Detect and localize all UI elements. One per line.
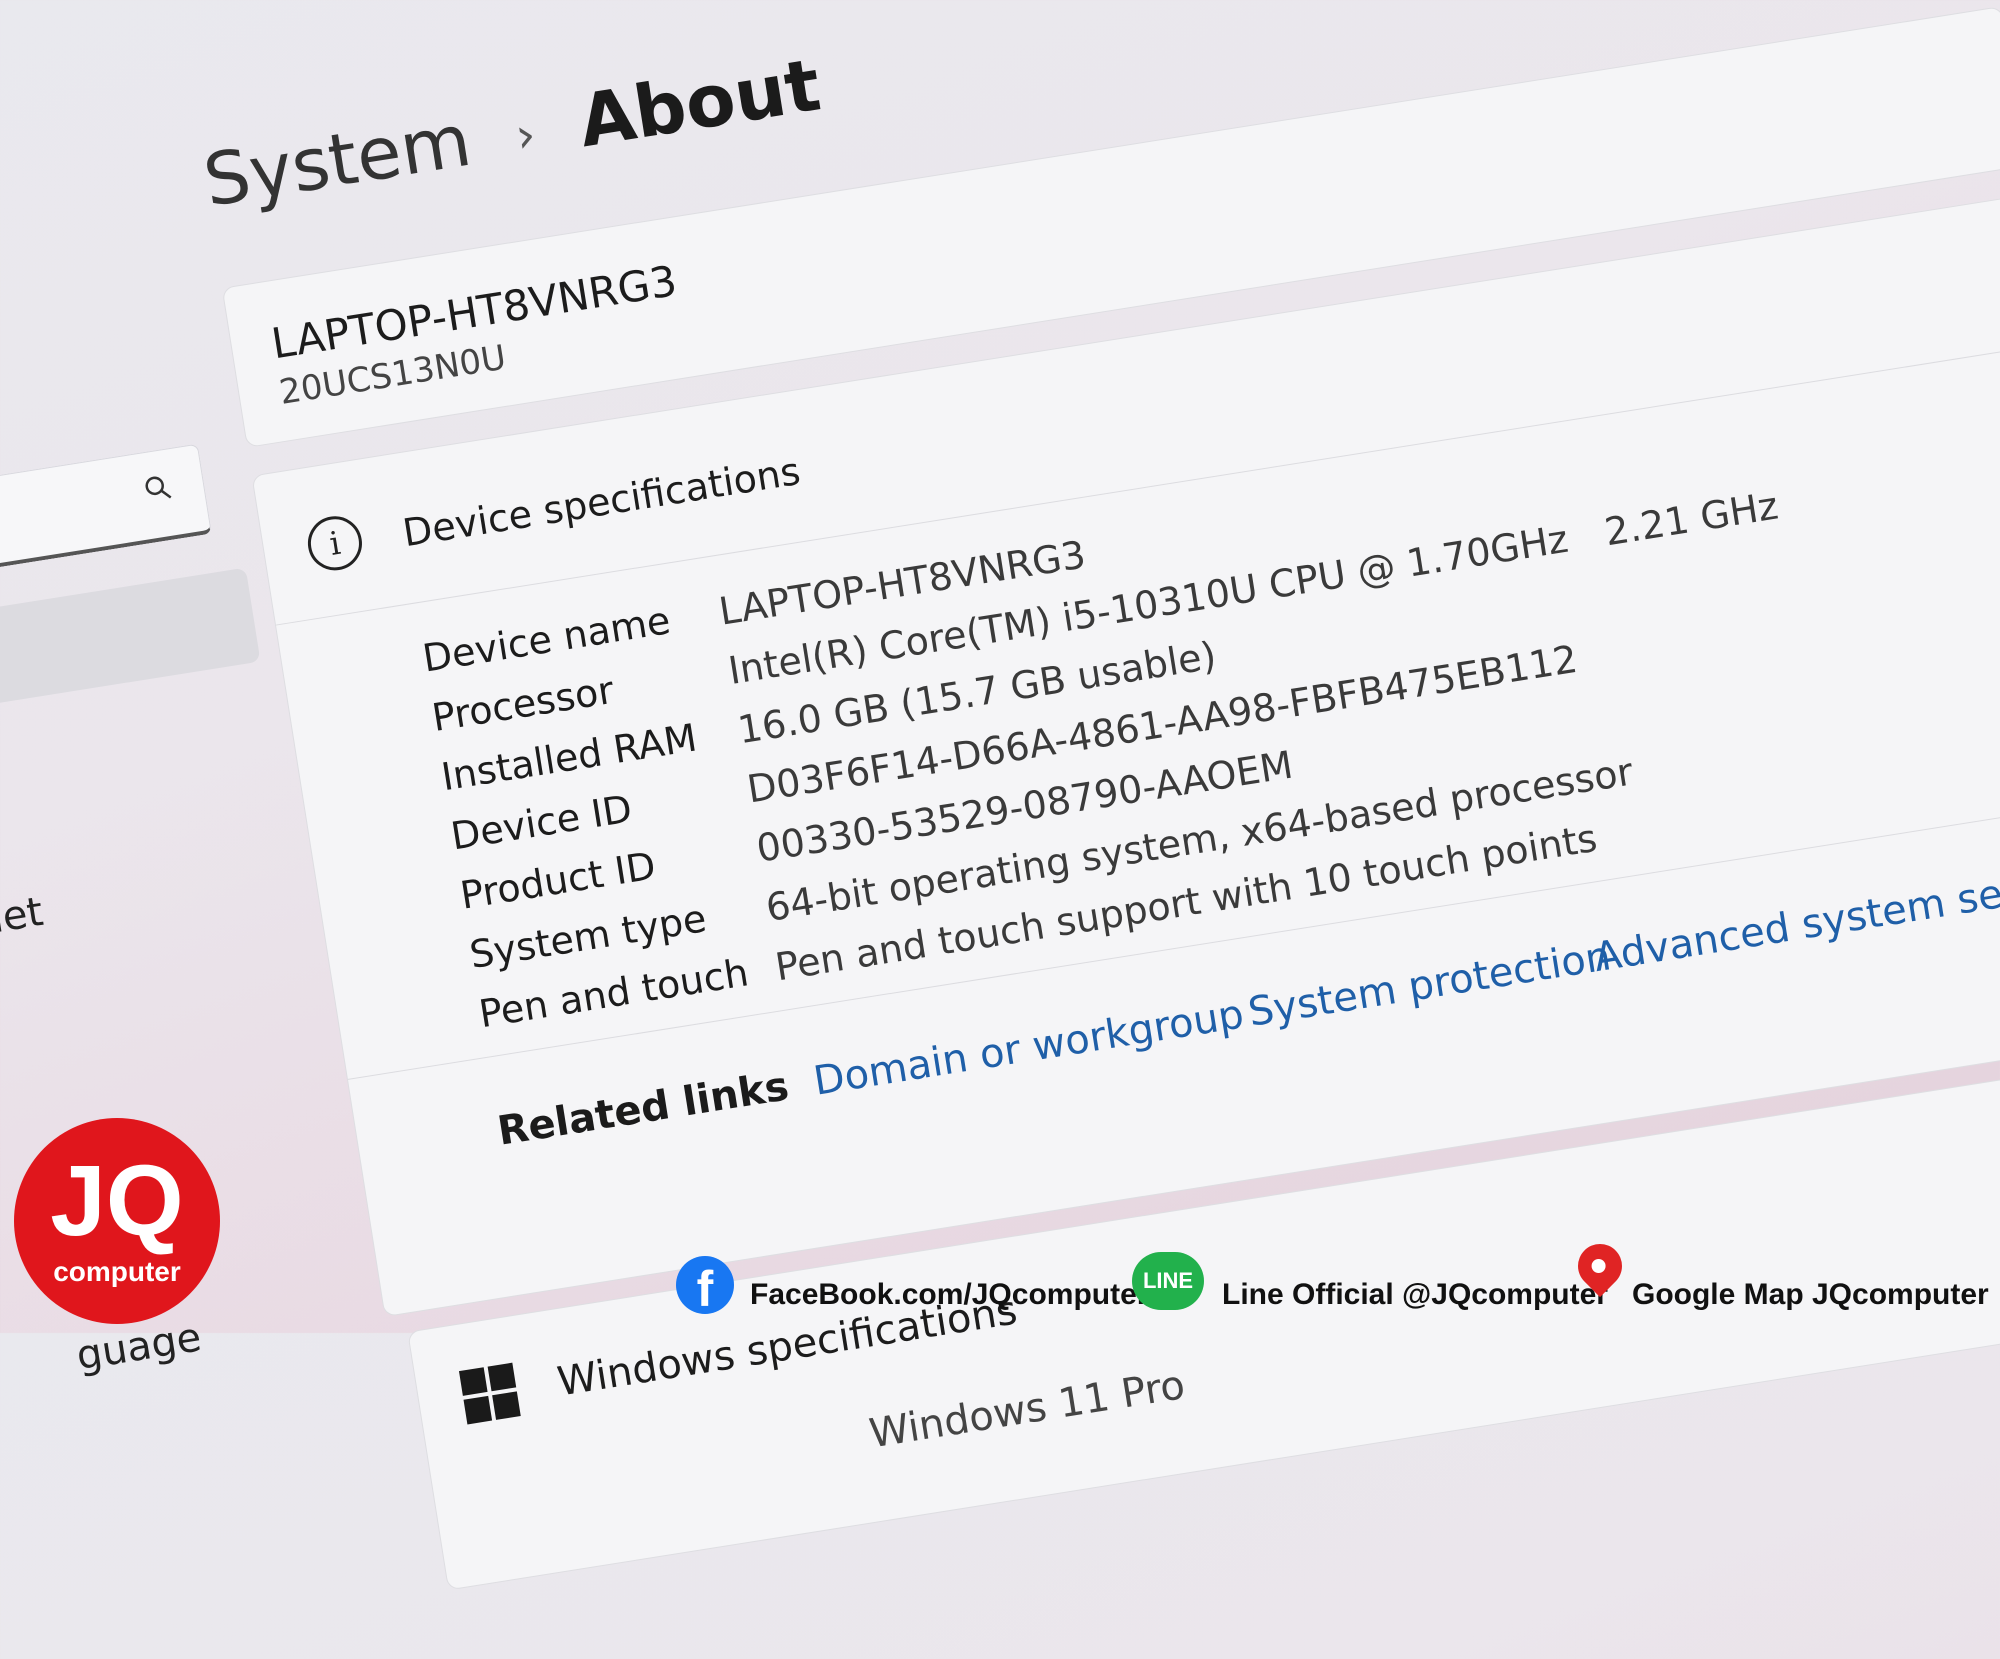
line-text: Line Official @JQcomputer (1222, 1278, 1608, 1311)
map-text: Google Map JQcomputer (1632, 1278, 1989, 1311)
advanced-system-settings-link[interactable]: Advanced system settings (1591, 853, 2000, 981)
related-links-label: Related links (494, 1063, 792, 1155)
search-icon (145, 476, 172, 499)
logo-text: JQ (50, 1145, 184, 1257)
search-input[interactable] (0, 443, 212, 589)
facebook-text: FaceBook.com/JQcomputer (750, 1278, 1149, 1311)
system-protection-link[interactable]: System protection (1245, 933, 1614, 1036)
facebook-icon: f (676, 1256, 734, 1317)
breadcrumb-parent[interactable]: System (198, 98, 476, 223)
chevron-right-icon: › (511, 106, 540, 166)
breadcrumb: System › About (198, 42, 826, 222)
line-icon: LINE (1132, 1252, 1204, 1310)
windows-logo-icon (458, 1362, 521, 1425)
info-icon: i (304, 512, 366, 575)
page-title: About (573, 42, 826, 164)
logo-subtext: computer (53, 1256, 181, 1287)
watermark-footer: f FaceBook.com/JQcomputer LINE Line Offi… (0, 1234, 2000, 1333)
section-title: Device specifications (399, 448, 804, 556)
domain-or-workgroup-link[interactable]: Domain or workgroup (811, 991, 1247, 1104)
sidebar-item-label[interactable]: net (0, 889, 46, 945)
sidebar-item-selected[interactable] (0, 567, 261, 725)
windows-edition: Windows 11 Pro (866, 1362, 1188, 1458)
jq-computer-logo: JQ computer (14, 1118, 220, 1324)
